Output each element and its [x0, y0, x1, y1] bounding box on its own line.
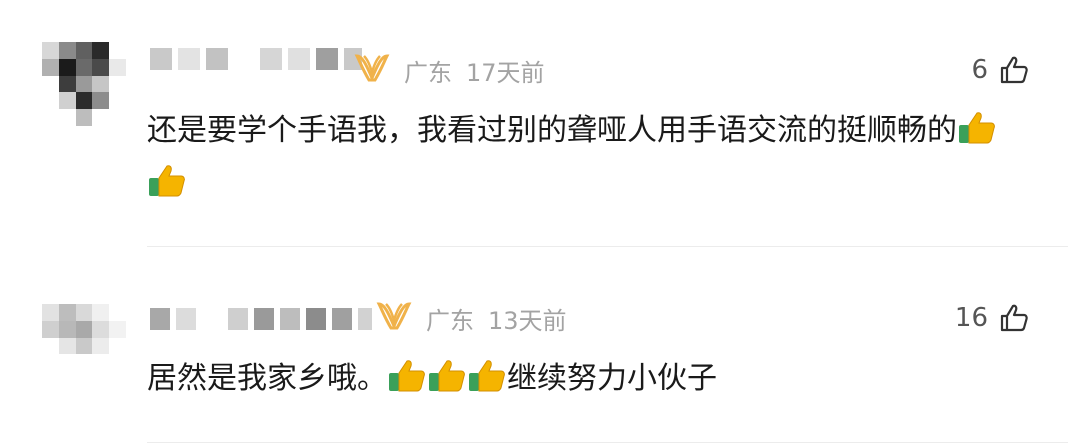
- timestamp: 17天前: [466, 59, 545, 87]
- comment-item: 广东 17天前 6 还是要学个手语我，我看过别的聋哑人用手语交流的挺顺畅的: [0, 0, 1068, 248]
- username-blurred[interactable]: [150, 306, 372, 332]
- comment-text: 居然是我家乡哦。 继续努力小伙子: [147, 352, 1030, 405]
- comment-meta: 广东 13天前: [426, 301, 581, 336]
- medal-icon: [354, 54, 390, 82]
- avatar[interactable]: [42, 42, 126, 126]
- location-label: 广东: [426, 307, 474, 335]
- comment-text: 还是要学个手语我，我看过别的聋哑人用手语交流的挺顺畅的: [147, 104, 1030, 210]
- thumbs-up-icon: [1000, 304, 1028, 332]
- divider: [147, 442, 1068, 443]
- thumbs-up-emoji: [429, 360, 465, 392]
- thumbs-up-icon: [1000, 56, 1028, 84]
- thumbs-up-emoji: [469, 360, 505, 392]
- divider: [147, 246, 1068, 247]
- like-count: 6: [971, 55, 988, 85]
- location-label: 广东: [404, 59, 452, 87]
- like-button[interactable]: 6: [971, 54, 1030, 86]
- like-count: 16: [954, 303, 988, 333]
- like-button[interactable]: 16: [955, 302, 1030, 334]
- thumbs-up-emoji: [959, 112, 995, 144]
- timestamp: 13天前: [488, 307, 567, 335]
- comment-meta: 广东 17天前: [404, 53, 559, 88]
- comment-item: 广东 13天前 16 居然是我家乡哦。 继续努力小伙子: [0, 248, 1068, 447]
- thumbs-up-emoji: [149, 165, 185, 197]
- username-blurred[interactable]: [150, 46, 362, 72]
- thumbs-up-emoji: [389, 360, 425, 392]
- avatar[interactable]: [42, 304, 126, 388]
- medal-icon: [376, 302, 412, 330]
